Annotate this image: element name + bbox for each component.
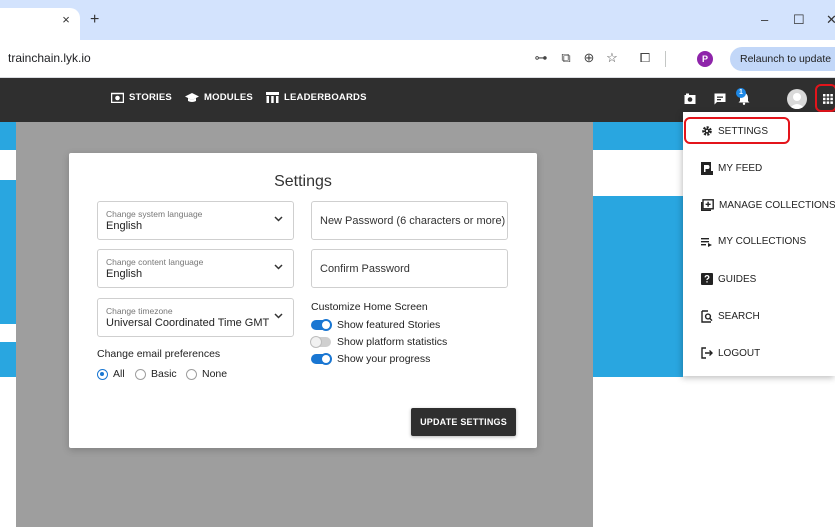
toggle-platform-statistics-label: Show platform statistics	[337, 336, 448, 348]
apps-menu-highlight	[815, 84, 835, 112]
zoom-icon[interactable]: ⊕	[580, 50, 598, 66]
radio-basic[interactable]	[135, 368, 146, 380]
radio-none[interactable]	[186, 368, 197, 380]
feed-icon	[701, 162, 713, 175]
content-language-label: Change content language	[106, 257, 204, 267]
extensions-icon[interactable]: ⧠	[636, 50, 654, 66]
menu-item-logout[interactable]: LOGOUT	[701, 347, 760, 359]
new-tab-button[interactable]: +	[90, 11, 99, 29]
toggle-featured-stories[interactable]: Show featured Stories	[311, 319, 440, 331]
confirm-password-placeholder: Confirm Password	[320, 263, 410, 275]
profile-avatar[interactable]: P	[697, 51, 713, 67]
new-password-placeholder: New Password (6 characters or more)	[320, 215, 506, 227]
nav-stories-label: STORIES	[129, 92, 172, 103]
timezone-label: Change timezone	[106, 306, 173, 316]
menu-item-logout-label: LOGOUT	[718, 347, 761, 359]
minimize-button[interactable]: –	[761, 12, 768, 27]
add-collection-icon	[701, 199, 714, 211]
menu-item-my-collections-label: MY COLLECTIONS	[718, 236, 807, 247]
toggle-platform-statistics[interactable]: Show platform statistics	[310, 336, 448, 348]
relaunch-button[interactable]: Relaunch to update	[730, 47, 835, 71]
maximize-button[interactable]: ☐	[793, 12, 805, 28]
url-text[interactable]: trainchain.lyk.io	[8, 51, 91, 65]
playlist-icon	[701, 237, 712, 247]
camera-icon[interactable]	[684, 93, 696, 105]
email-pref-all-label: All	[113, 368, 125, 380]
email-pref-none[interactable]: None	[186, 368, 227, 380]
email-preferences-label: Change email preferences	[97, 348, 221, 360]
share-icon[interactable]: ⧉	[557, 50, 575, 66]
page-banner-gap	[0, 150, 16, 180]
menu-item-guides[interactable]: GUIDES	[701, 273, 756, 285]
toggle-switch-on[interactable]	[311, 353, 332, 365]
timezone-select[interactable]: Change timezone Universal Coordinated Ti…	[97, 298, 294, 337]
toggle-your-progress-label: Show your progress	[337, 353, 431, 365]
logout-icon	[701, 347, 713, 359]
graduation-cap-icon	[185, 93, 199, 102]
leaderboard-icon	[266, 92, 279, 103]
page-banner-gap	[593, 150, 683, 196]
menu-item-guides-label: GUIDES	[718, 273, 757, 285]
nav-modules[interactable]: MODULES	[185, 92, 253, 103]
system-language-value: English	[106, 220, 143, 232]
camera-icon	[111, 92, 124, 103]
chevron-down-icon	[274, 216, 283, 222]
system-language-select[interactable]: Change system language English	[97, 201, 294, 240]
user-avatar[interactable]	[787, 89, 807, 109]
feedback-icon[interactable]	[714, 93, 726, 105]
help-icon	[701, 273, 713, 285]
nav-stories[interactable]: STORIES	[111, 92, 172, 103]
content-language-value: English	[106, 268, 143, 280]
customize-home-label: Customize Home Screen	[311, 301, 428, 313]
menu-item-search-label: SEARCH	[718, 311, 760, 322]
bookmark-star-icon[interactable]: ☆	[603, 50, 621, 66]
email-pref-basic-label: Basic	[151, 368, 177, 380]
menu-item-my-feed[interactable]: MY FEED	[701, 162, 762, 175]
nav-modules-label: MODULES	[204, 92, 253, 103]
email-pref-none-label: None	[202, 368, 228, 380]
email-pref-basic[interactable]: Basic	[135, 368, 177, 380]
chevron-down-icon	[274, 313, 283, 319]
system-language-label: Change system language	[106, 209, 203, 219]
nav-leaderboards-label: LEADERBOARDS	[284, 92, 367, 103]
tab-close-icon[interactable]: ×	[58, 12, 74, 27]
toggle-switch-off[interactable]	[310, 336, 331, 348]
nav-leaderboards[interactable]: LEADERBOARDS	[266, 92, 367, 103]
page-banner-gap	[0, 324, 16, 342]
toggle-featured-stories-label: Show featured Stories	[337, 319, 441, 331]
notification-badge: 1	[736, 88, 746, 98]
timezone-value: Universal Coordinated Time GMT	[106, 317, 270, 329]
update-settings-button[interactable]: UPDATE SETTINGS	[411, 408, 516, 436]
content-language-select[interactable]: Change content language English	[97, 249, 294, 288]
confirm-password-field[interactable]: Confirm Password	[311, 249, 508, 288]
menu-item-my-feed-label: MY FEED	[718, 163, 763, 174]
close-window-button[interactable]: ✕	[826, 12, 835, 28]
browser-tab-bar	[0, 0, 835, 40]
menu-item-my-collections[interactable]: MY COLLECTIONS	[701, 236, 806, 247]
menu-item-manage-collections[interactable]: MANAGE COLLECTIONS	[701, 199, 835, 211]
toolbar-divider	[665, 51, 666, 67]
settings-title: Settings	[274, 173, 332, 190]
radio-all[interactable]	[97, 368, 108, 380]
menu-item-manage-collections-label: MANAGE COLLECTIONS	[719, 199, 835, 211]
user-icon	[789, 93, 805, 109]
settings-modal: Settings Change system language English …	[69, 153, 537, 448]
password-key-icon[interactable]: ⊶	[532, 50, 550, 66]
menu-item-search[interactable]: SEARCH	[701, 310, 760, 323]
settings-highlight	[684, 117, 790, 144]
toggle-switch-on[interactable]	[311, 319, 332, 331]
search-doc-icon	[701, 310, 713, 323]
new-password-field[interactable]: New Password (6 characters or more)	[311, 201, 508, 240]
chevron-down-icon	[274, 264, 283, 270]
email-pref-all[interactable]: All	[97, 368, 125, 380]
toggle-your-progress[interactable]: Show your progress	[311, 353, 430, 365]
